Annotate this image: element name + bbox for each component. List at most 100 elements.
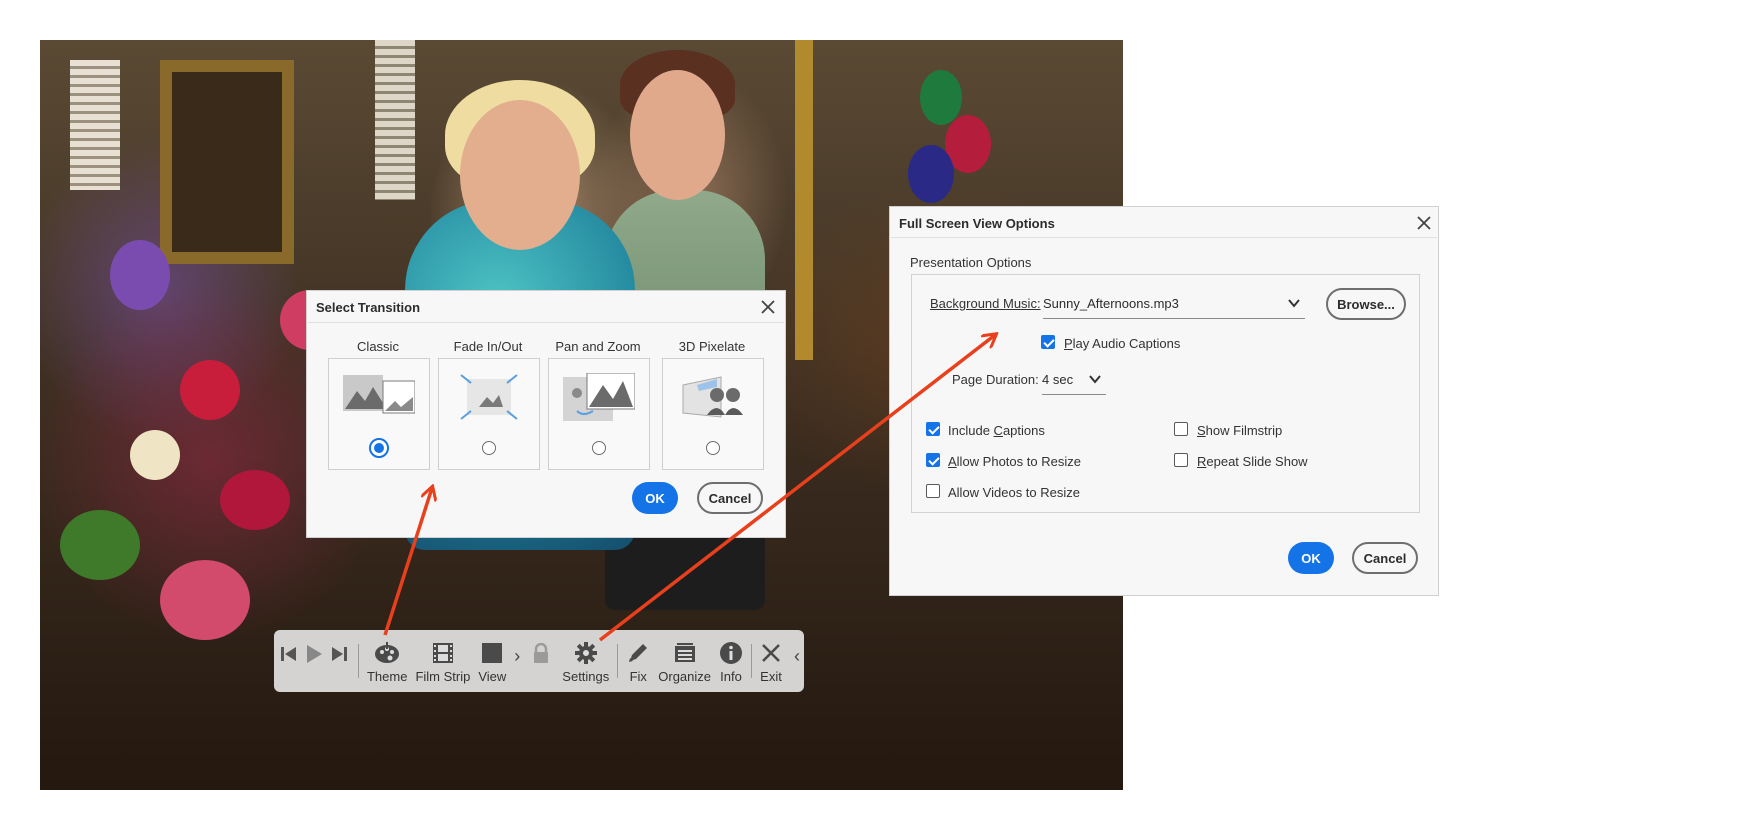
fade-radio[interactable] (482, 441, 496, 455)
chevron-right-icon[interactable]: › (510, 646, 524, 667)
flower (180, 360, 240, 420)
select-transition-title: Select Transition (316, 300, 421, 315)
film-strip-label: Film Strip (415, 668, 471, 684)
pencil-icon (626, 639, 650, 667)
theme-button[interactable]: Theme (363, 639, 411, 684)
balloon (908, 145, 954, 203)
presentation-options-label: Presentation Options (910, 255, 1032, 270)
chevron-down-icon (1287, 296, 1301, 313)
page-duration-dropdown[interactable]: 4 sec (1042, 372, 1106, 395)
face (460, 100, 580, 250)
pan-zoom-thumbnail (563, 372, 636, 421)
transition-label-fade: Fade In/Out (453, 339, 523, 354)
palette-icon (374, 639, 400, 667)
show-filmstrip-label: Show Filmstrip (1197, 423, 1283, 438)
background-music-dropdown[interactable]: Sunny_Afternoons.mp3 (1043, 296, 1305, 319)
view-group: Theme Film Strip View › Settings (363, 630, 613, 692)
info-label: Info (720, 668, 742, 684)
repeat-slide-show-checkbox[interactable] (1174, 453, 1188, 467)
repeat-slide-show-label: Repeat Slide Show (1197, 454, 1308, 469)
exit-label: Exit (760, 668, 782, 684)
show-filmstrip-checkbox[interactable] (1174, 422, 1188, 436)
info-button[interactable]: Info (715, 639, 747, 684)
browse-button[interactable]: Browse... (1326, 288, 1406, 320)
next-icon[interactable] (328, 645, 348, 668)
film-strip-button[interactable]: Film Strip (411, 639, 474, 684)
allow-photos-resize-label: Allow Photos to Resize (948, 454, 1081, 469)
play-audio-captions-label: Play Audio Captions (1064, 336, 1181, 351)
title-divider (308, 322, 784, 323)
view-button[interactable]: View (474, 639, 510, 684)
exit-button[interactable]: Exit (756, 639, 786, 684)
3d-pixelate-radio[interactable] (706, 441, 720, 455)
page-duration-value: 4 sec (1042, 372, 1074, 387)
flower (60, 510, 140, 580)
pan-zoom-radio[interactable] (592, 441, 606, 455)
toolbar-divider (358, 644, 359, 678)
transition-ok-button[interactable]: OK (632, 482, 678, 514)
transition-option-3d-pixelate[interactable] (662, 358, 764, 470)
close-icon[interactable] (1416, 215, 1432, 231)
flower (220, 470, 290, 530)
transition-option-pan-zoom[interactable] (548, 358, 650, 470)
allow-videos-resize-checkbox[interactable] (926, 484, 940, 498)
lock-icon (524, 643, 558, 665)
balloon (920, 70, 962, 125)
allow-videos-resize-label: Allow Videos to Resize (948, 485, 1080, 500)
toolbar-divider (617, 644, 619, 678)
organize-icon (673, 639, 697, 667)
play-icon[interactable] (304, 644, 324, 669)
organize-label: Organize (658, 668, 712, 684)
transition-cancel-button[interactable]: Cancel (697, 482, 763, 514)
organize-button[interactable]: Organize (654, 639, 715, 684)
mirror-frame (795, 40, 893, 360)
edit-group: Fix Organize Info (622, 630, 747, 692)
square-view-icon (481, 639, 503, 667)
slideshow-toolbar: Theme Film Strip View › Settings Fix Org… (274, 630, 804, 692)
picture-frame (160, 60, 294, 264)
settings-label: Settings (562, 668, 610, 684)
play-audio-captions-checkbox[interactable] (1041, 335, 1055, 349)
close-icon[interactable] (760, 299, 776, 315)
transition-label-classic: Classic (357, 339, 399, 354)
fix-button[interactable]: Fix (622, 639, 654, 684)
options-cancel-button[interactable]: Cancel (1352, 542, 1418, 574)
window-shutter (375, 40, 415, 200)
fix-label: Fix (629, 668, 647, 684)
transition-option-classic[interactable] (328, 358, 430, 470)
chevron-down-icon (1088, 372, 1102, 389)
flower (110, 240, 170, 310)
fade-thumbnail (453, 373, 525, 421)
previous-icon[interactable] (280, 645, 300, 668)
transition-label-3d-pixelate: 3D Pixelate (678, 339, 746, 354)
toolbar-divider (751, 644, 752, 678)
chevron-left-icon[interactable]: ‹ (790, 646, 804, 667)
title-divider (891, 237, 1437, 238)
view-label: View (478, 668, 507, 684)
transition-option-fade[interactable] (438, 358, 540, 470)
film-strip-icon (432, 639, 454, 667)
background-music-value: Sunny_Afternoons.mp3 (1043, 296, 1179, 311)
face (630, 70, 725, 200)
info-icon (719, 639, 743, 667)
allow-photos-resize-checkbox[interactable] (926, 453, 940, 467)
classic-thumbnail (343, 373, 416, 421)
include-captions-checkbox[interactable] (926, 422, 940, 436)
include-captions-label: Include Captions (948, 423, 1045, 438)
page-duration-label: Page Duration: (952, 372, 1039, 387)
window-shutter (70, 60, 120, 190)
gear-icon (574, 639, 598, 667)
full-screen-options-title: Full Screen View Options (899, 216, 1055, 231)
flower (130, 430, 180, 480)
exit-group: Exit ‹ (756, 630, 804, 692)
close-icon (760, 639, 782, 667)
background-music-label: Background Music: (930, 296, 1041, 311)
flower (160, 560, 250, 640)
transition-label-pan-zoom: Pan and Zoom (555, 339, 641, 354)
theme-label: Theme (366, 668, 408, 684)
options-ok-button[interactable]: OK (1288, 542, 1334, 574)
classic-radio[interactable] (369, 438, 389, 458)
playback-controls (274, 620, 354, 692)
3d-pixelate-thumbnail (677, 373, 749, 421)
settings-button[interactable]: Settings (558, 639, 613, 684)
